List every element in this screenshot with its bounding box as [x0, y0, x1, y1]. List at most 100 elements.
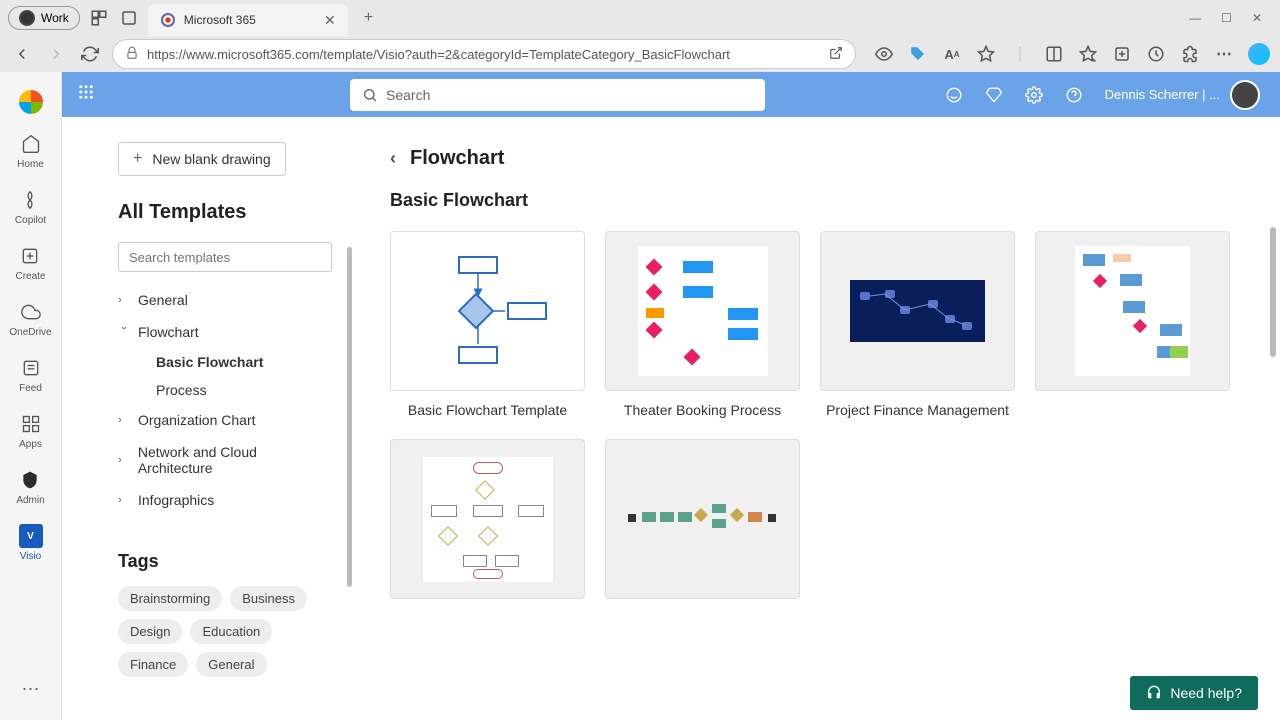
template-card-5[interactable]	[390, 439, 585, 599]
text-size-icon[interactable]: AA	[942, 44, 962, 64]
tag-finance[interactable]: Finance	[118, 652, 188, 677]
template-area: ‹ Flowchart Basic Flowchart	[352, 117, 1280, 720]
maximize-button[interactable]: ☐	[1221, 11, 1232, 25]
template-thumb	[820, 231, 1015, 391]
feedback-icon[interactable]	[945, 86, 963, 104]
history-icon[interactable]	[1146, 44, 1166, 64]
template-card-basic[interactable]: Basic Flowchart Template	[390, 231, 585, 419]
tag-design[interactable]: Design	[118, 619, 182, 644]
minimize-button[interactable]: —	[1189, 11, 1201, 25]
work-profile-badge[interactable]: Work	[8, 6, 80, 30]
rail-logo[interactable]	[19, 90, 43, 114]
search-templates-input[interactable]	[118, 242, 332, 272]
tree-general-label: General	[138, 292, 188, 308]
copilot-icon[interactable]	[1248, 43, 1270, 65]
need-help-label: Need help?	[1170, 685, 1242, 701]
profile-icon	[19, 10, 35, 26]
favorite-icon[interactable]	[976, 44, 996, 64]
favorites-icon[interactable]	[1078, 44, 1098, 64]
tab-actions-icon[interactable]	[118, 7, 140, 29]
split-screen-icon[interactable]	[1044, 44, 1064, 64]
rail-onedrive[interactable]: OneDrive	[9, 300, 51, 338]
user-info[interactable]: Dennis Scherrer | ...	[1105, 80, 1260, 110]
rail-admin[interactable]: Admin	[16, 468, 44, 506]
close-tab-icon[interactable]: ✕	[324, 12, 336, 29]
rail-visio[interactable]: V Visio	[19, 524, 43, 562]
tag-brainstorming[interactable]: Brainstorming	[118, 586, 222, 611]
more-icon[interactable]: ⋯	[1214, 44, 1234, 64]
forward-button	[44, 42, 68, 66]
visio-icon: V	[19, 524, 43, 548]
chevron-right-icon: ›	[118, 414, 130, 426]
close-window-button[interactable]: ✕	[1252, 11, 1262, 25]
extensions-icon[interactable]	[1180, 44, 1200, 64]
template-card-4[interactable]	[1035, 231, 1230, 419]
help-icon[interactable]	[1065, 86, 1083, 104]
template-label: Basic Flowchart Template	[390, 401, 585, 419]
tree-process[interactable]: Process	[118, 376, 332, 404]
new-blank-button[interactable]: + New blank drawing	[118, 142, 286, 176]
template-label: Project Finance Management	[820, 401, 1015, 419]
search-icon	[362, 87, 378, 103]
template-card-6[interactable]	[605, 439, 800, 599]
diamond-icon[interactable]	[985, 86, 1003, 104]
rail-apps[interactable]: Apps	[19, 412, 43, 450]
user-name: Dennis Scherrer | ...	[1105, 87, 1220, 102]
template-card-finance[interactable]: Project Finance Management	[820, 231, 1015, 419]
new-tab-button[interactable]: +	[356, 9, 381, 27]
browser-tab[interactable]: Microsoft 365 ✕	[148, 4, 348, 36]
tree-infographics[interactable]: › Infographics	[118, 484, 332, 516]
template-label: Theater Booking Process	[605, 401, 800, 419]
rail-onedrive-label: OneDrive	[9, 327, 51, 338]
rail-copilot[interactable]: Copilot	[15, 188, 46, 226]
template-tree: › General › Flowchart Basic Flowchart Pr…	[118, 284, 332, 516]
url-box[interactable]: https://www.microsoft365.com/template/Vi…	[112, 39, 856, 69]
rail-create[interactable]: Create	[15, 244, 45, 282]
template-card-theater[interactable]: Theater Booking Process	[605, 231, 800, 419]
collections-icon[interactable]	[1112, 44, 1132, 64]
header-actions: Dennis Scherrer | ...	[945, 80, 1260, 110]
address-actions: AA | ⋯	[874, 43, 1270, 65]
content-scrollbar[interactable]	[1270, 227, 1276, 357]
chevron-right-icon: ›	[118, 494, 130, 506]
tags-list: Brainstorming Business Design Education …	[118, 586, 332, 677]
cloud-icon	[19, 300, 43, 324]
settings-icon[interactable]	[1025, 86, 1043, 104]
app-launcher-icon[interactable]	[77, 83, 95, 106]
rail-more-icon[interactable]: ⋯	[22, 679, 40, 700]
refresh-button[interactable]	[78, 42, 102, 66]
all-templates-title: All Templates	[118, 201, 332, 224]
template-sidebar: + New blank drawing All Templates › Gene…	[62, 117, 352, 720]
rail-create-label: Create	[15, 271, 45, 282]
tree-network[interactable]: › Network and Cloud Architecture	[118, 436, 332, 484]
rail-feed[interactable]: Feed	[19, 356, 43, 394]
workspaces-icon[interactable]	[88, 7, 110, 29]
apps-icon	[19, 412, 43, 436]
tag-business[interactable]: Business	[230, 586, 307, 611]
back-button[interactable]	[10, 42, 34, 66]
open-external-icon[interactable]	[829, 46, 843, 63]
chevron-right-icon: ›	[118, 294, 130, 306]
tree-basic-flowchart[interactable]: Basic Flowchart	[118, 348, 332, 376]
rail-home[interactable]: Home	[17, 132, 44, 170]
tags-title: Tags	[118, 551, 332, 572]
template-grid: Basic Flowchart Template	[390, 231, 1240, 599]
tree-org-chart[interactable]: › Organization Chart	[118, 404, 332, 436]
plus-icon: +	[133, 150, 142, 168]
tag-education[interactable]: Education	[190, 619, 272, 644]
headset-icon	[1146, 685, 1162, 701]
app-content: Search Dennis Scherrer | ... + New blank…	[62, 72, 1280, 720]
tab-title: Microsoft 365	[184, 13, 256, 27]
back-chevron-icon[interactable]: ‹	[390, 148, 396, 169]
lock-icon	[125, 46, 139, 63]
tag-general[interactable]: General	[196, 652, 266, 677]
tree-general[interactable]: › General	[118, 284, 332, 316]
tree-flowchart[interactable]: › Flowchart	[118, 316, 332, 348]
need-help-button[interactable]: Need help?	[1130, 676, 1258, 710]
chevron-right-icon: ›	[118, 454, 130, 466]
section-title: Basic Flowchart	[390, 190, 1240, 211]
favicon-icon	[160, 12, 176, 28]
eye-icon[interactable]	[874, 44, 894, 64]
price-tag-icon[interactable]	[908, 44, 928, 64]
search-box[interactable]: Search	[350, 79, 765, 111]
